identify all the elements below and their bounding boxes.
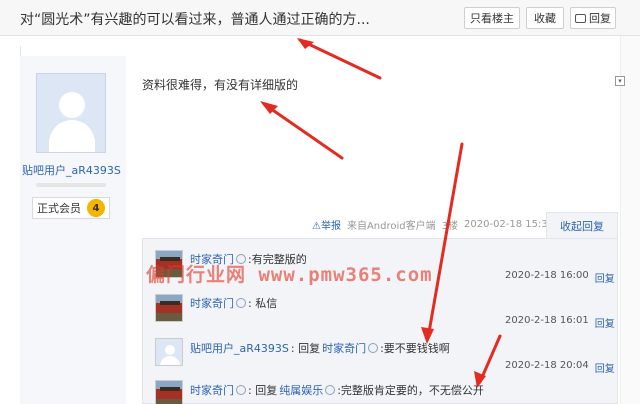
reply-prefix: : 回复 [290, 342, 321, 355]
collapse-replies-button[interactable]: 收起回复 [546, 212, 618, 238]
reply-link[interactable]: 回复 [595, 315, 615, 330]
previous-post-meta-fragment [360, 36, 620, 46]
client-source: 来自Android客户端 [346, 220, 436, 232]
author-name[interactable]: 贴吧用户_aR4393S [22, 162, 121, 178]
member-badge[interactable]: 正式会员 4 [32, 197, 110, 219]
reply-target-user[interactable]: 纯属娱乐 [279, 382, 323, 398]
report-label: 举报 [320, 220, 341, 232]
reply-time: 2020-2-18 20:04 [505, 360, 589, 371]
reply-meta: 2020-2-18 20:04 回复 [505, 360, 615, 375]
list-item: 时家奇门 : 私信 [190, 295, 277, 311]
favorite-button[interactable]: 收藏 [526, 7, 564, 29]
globe-icon [368, 343, 379, 353]
reply-link[interactable]: 回复 [595, 270, 615, 285]
reply-button[interactable]: 回复 [570, 7, 616, 29]
thread-title: 对“圆光术”有兴趣的可以看过来，普通人通过正确的方... [20, 12, 370, 28]
post-meta: ⚠举报 来自Android客户端 3楼 2020-02-18 15:39 [312, 217, 555, 232]
member-badge-label: 正式会员 [37, 202, 81, 215]
reply-text: : 私信 [248, 297, 278, 310]
reply-link[interactable]: 回复 [595, 360, 615, 375]
reply-avatar[interactable] [155, 338, 183, 366]
reply-user[interactable]: 时家奇门 [190, 382, 234, 398]
reply-text: :要不要钱钱啊 [380, 342, 450, 355]
post-time: 2020-02-18 15:39 [464, 218, 555, 230]
level-star-icon: 4 [87, 199, 105, 217]
page-right-margin [620, 36, 640, 404]
list-item: 时家奇门 : 回复 纯属娱乐 :完整版肯定要的，不无偿公开 [190, 382, 484, 398]
post-menu-dropdown-icon[interactable]: ▾ [615, 76, 625, 86]
floor-number: 3楼 [441, 220, 459, 232]
list-item: 贴吧用户_aR4393S : 回复 时家奇门 :要不要钱钱啊 [190, 340, 450, 356]
site-watermark: 偏门行业网 www.pmw365.com [146, 264, 433, 286]
author-avatar[interactable] [36, 73, 106, 153]
author-level-bar [36, 183, 106, 187]
reply-icon [575, 13, 586, 23]
reply-time: 2020-2-18 16:01 [505, 315, 589, 326]
reply-time: 2020-2-18 16:00 [505, 270, 589, 281]
reply-meta: 2020-2-18 16:01 回复 [505, 315, 615, 330]
reply-user[interactable]: 时家奇门 [190, 295, 234, 311]
reply-avatar[interactable] [155, 380, 183, 404]
only-op-button[interactable]: 只看楼主 [464, 7, 520, 29]
reply-button-label: 回复 [589, 12, 611, 25]
reply-user[interactable]: 贴吧用户_aR4393S [190, 340, 289, 356]
report-link[interactable]: ⚠举报 [312, 217, 341, 232]
globe-icon [236, 385, 246, 395]
reply-prefix: : 回复 [248, 384, 278, 397]
reply-target-user[interactable]: 时家奇门 [322, 340, 366, 356]
reply-meta: 2020-2-18 16:00 回复 [505, 270, 615, 285]
post-content: 资料很难得，有没有详细版的 [142, 78, 299, 92]
globe-icon [325, 385, 336, 395]
reply-text: :完整版肯定要的，不无偿公开 [337, 384, 484, 397]
globe-icon [236, 298, 246, 308]
thread-header: 对“圆光术”有兴趣的可以看过来，普通人通过正确的方... 只看楼主 收藏 回复 [0, 0, 640, 36]
reply-avatar[interactable] [155, 294, 183, 322]
